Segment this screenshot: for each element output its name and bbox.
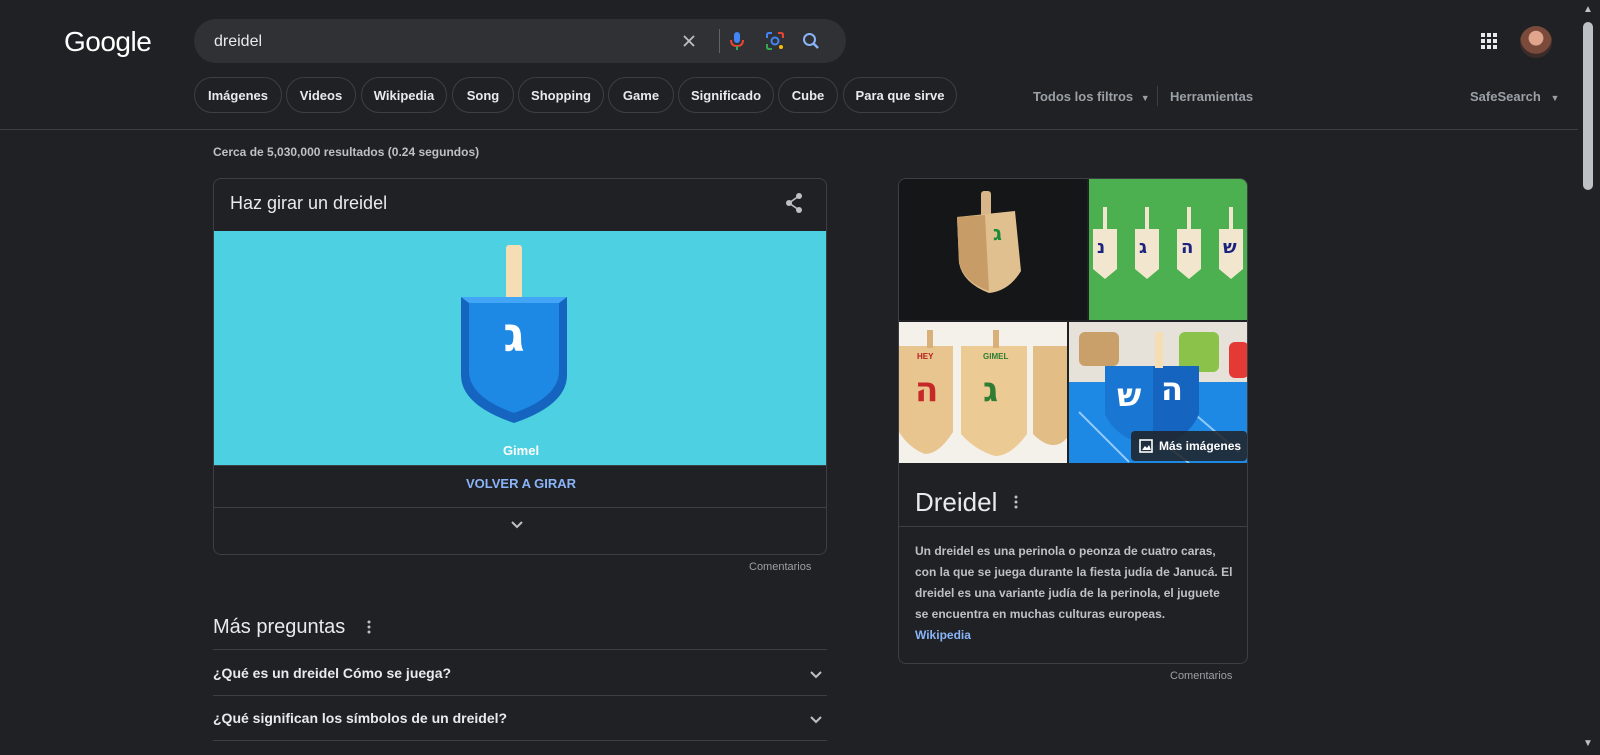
apps-icon[interactable] xyxy=(1480,32,1498,50)
spin-again-button[interactable]: VOLVER A GIRAR xyxy=(214,476,826,491)
search-input[interactable] xyxy=(212,19,656,65)
chip-song[interactable]: Song xyxy=(452,77,514,113)
share-icon[interactable] xyxy=(784,192,804,219)
search-box[interactable] xyxy=(194,19,846,65)
result-stats: Cerca de 5,030,000 resultados (0.24 segu… xyxy=(213,145,480,159)
dreidel-image-2[interactable]: נ ג ה ש xyxy=(1089,179,1247,320)
scroll-down-icon[interactable]: ▼ xyxy=(1582,738,1594,749)
image-letter: ש xyxy=(1223,237,1237,258)
chip-wikipedia[interactable]: Wikipedia xyxy=(361,77,447,113)
chevron-down-icon[interactable] xyxy=(808,713,824,731)
caret-down-icon: ▼ xyxy=(1140,93,1150,103)
image-letter: ג xyxy=(993,221,1002,245)
divider xyxy=(899,526,1247,527)
tools-button[interactable]: Herramientas xyxy=(1170,89,1253,104)
divider xyxy=(213,649,827,650)
dreidel-image-1[interactable]: ג xyxy=(899,179,1087,320)
search-icon[interactable] xyxy=(800,30,822,52)
chevron-down-icon[interactable] xyxy=(808,668,824,686)
caret-down-icon: ▼ xyxy=(1550,93,1560,103)
image-letter: ג xyxy=(1139,237,1148,258)
image-icon xyxy=(1139,439,1153,453)
knowledge-panel: ג נ ג ה ש HEY GIMEL ה ג ה ש Más imágenes… xyxy=(898,178,1248,664)
all-filters-button[interactable]: Todos los filtros ▼ xyxy=(1033,89,1150,104)
question-item[interactable]: ¿Qué es un dreidel Cómo se juega? xyxy=(213,665,451,681)
feedback-link[interactable]: Comentarios xyxy=(749,561,811,573)
more-images-button[interactable]: Más imágenes xyxy=(1131,431,1247,461)
panel-feedback-link[interactable]: Comentarios xyxy=(1170,670,1232,682)
scroll-up-icon[interactable]: ▲ xyxy=(1582,4,1594,15)
question-item[interactable]: ¿Qué significan los símbolos de un dreid… xyxy=(213,710,507,726)
image-label: GIMEL xyxy=(983,352,1009,361)
description-text: Un dreidel es una perinola o peonza de c… xyxy=(915,544,1233,621)
chip-cube[interactable]: Cube xyxy=(778,77,838,113)
header-divider xyxy=(0,129,1578,130)
google-logo[interactable]: Google xyxy=(64,26,152,58)
image-letter: ה xyxy=(1161,370,1183,408)
image-letter: ג xyxy=(983,370,999,410)
more-options-icon[interactable] xyxy=(1014,495,1018,514)
chip-shopping[interactable]: Shopping xyxy=(518,77,604,113)
chip-videos[interactable]: Videos xyxy=(286,77,356,113)
more-questions-title: Más preguntas xyxy=(213,616,346,638)
chip-imagenes[interactable]: Imágenes xyxy=(194,77,282,113)
chip-para-que-sirve[interactable]: Para que sirve xyxy=(843,77,957,113)
panel-description: Un dreidel es una perinola o peonza de c… xyxy=(915,541,1233,646)
card-title: Haz girar un dreidel xyxy=(230,193,388,213)
image-letter: ה xyxy=(915,370,939,410)
divider xyxy=(214,507,826,508)
chevron-down-icon[interactable] xyxy=(509,518,525,536)
filter-divider xyxy=(1157,86,1158,106)
panel-title: Dreidel xyxy=(915,487,998,517)
mic-icon[interactable] xyxy=(726,30,748,52)
safesearch-button[interactable]: SafeSearch ▼ xyxy=(1470,89,1559,104)
divider xyxy=(213,695,827,696)
image-label: HEY xyxy=(917,352,934,361)
letter-name: Gimel xyxy=(502,443,540,458)
image-letter: ש xyxy=(1117,376,1142,414)
scrollbar-thumb[interactable] xyxy=(1583,22,1593,190)
divider xyxy=(214,465,826,466)
more-images-label: Más imágenes xyxy=(1159,439,1242,453)
image-letter: נ xyxy=(1097,237,1106,258)
wikipedia-link[interactable]: Wikipedia xyxy=(915,628,971,642)
lens-icon[interactable] xyxy=(764,30,786,52)
dreidel-letter: ג xyxy=(503,307,525,363)
avatar[interactable] xyxy=(1520,26,1552,58)
image-letter: ה xyxy=(1181,237,1194,258)
more-options-icon[interactable] xyxy=(367,620,371,634)
chip-significado[interactable]: Significado xyxy=(678,77,774,113)
safesearch-label: SafeSearch xyxy=(1470,89,1541,104)
spin-dreidel-card: Haz girar un dreidel ג Gimel VOLVER A GI… xyxy=(213,178,827,555)
clear-icon[interactable] xyxy=(678,30,700,52)
divider xyxy=(213,740,827,741)
dreidel-image-3[interactable]: HEY GIMEL ה ג xyxy=(899,322,1067,463)
chip-game[interactable]: Game xyxy=(608,77,674,113)
all-filters-label: Todos los filtros xyxy=(1033,89,1134,104)
dreidel-stage[interactable]: ג Gimel xyxy=(214,231,826,465)
search-divider xyxy=(719,29,720,53)
